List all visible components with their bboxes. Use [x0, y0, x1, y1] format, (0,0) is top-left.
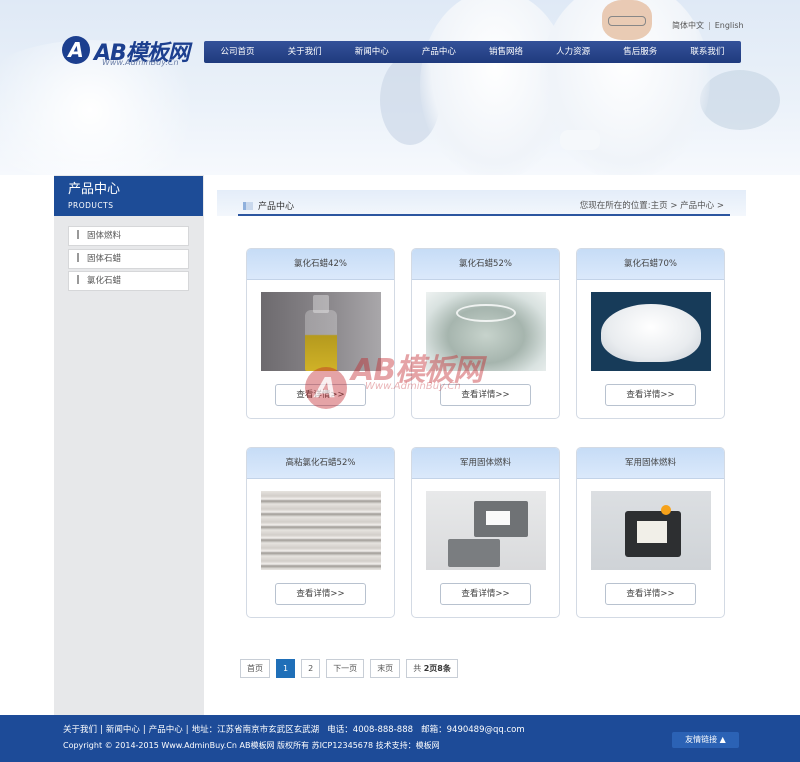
logo-url: Www.AdminBuy.Cn	[102, 58, 179, 67]
sidebar-header: 产品中心 PRODUCTS	[54, 176, 203, 216]
banner-lab-equipment	[700, 70, 780, 130]
product-image-rope-material[interactable]	[261, 491, 381, 570]
page-last-button[interactable]: 末页	[370, 659, 401, 678]
logo-mark-icon: A	[62, 36, 90, 64]
footer-phone: 电话：4008-888-888	[327, 725, 414, 735]
sidebar-item-label: 固体燃料	[87, 231, 122, 241]
view-details-button[interactable]: 查看详情>>	[275, 384, 366, 406]
breadcrumb-underline	[238, 214, 730, 216]
bullet-bar-icon	[77, 230, 79, 239]
page-first-button[interactable]: 首页	[240, 659, 270, 678]
footer-email: 邮箱：9490489@qq.com	[421, 725, 525, 735]
nav-about[interactable]: 关于我们	[271, 41, 338, 63]
section-title: 产品中心	[258, 202, 295, 212]
nav-after-sales[interactable]: 售后服务	[607, 41, 674, 63]
banner-hand	[560, 130, 600, 150]
banner-scientist-face	[602, 0, 652, 40]
breadcrumb-current-link[interactable]: 产品中心	[680, 201, 714, 211]
view-details-button[interactable]: 查看详情>>	[605, 384, 696, 406]
nav-home[interactable]: 公司首页	[204, 41, 271, 63]
sidebar-subtitle: PRODUCTS	[68, 201, 114, 210]
nav-sales-network[interactable]: 销售网络	[473, 41, 540, 63]
breadcrumb-separator: >	[716, 201, 724, 211]
product-image-white-powder[interactable]	[591, 292, 711, 371]
friend-links-button[interactable]: 友情链接 ▲	[672, 732, 739, 748]
view-details-button[interactable]: 查看详情>>	[275, 583, 366, 605]
product-image-metal-part[interactable]	[426, 491, 546, 570]
page-total-count: 2页8条	[423, 664, 451, 673]
view-details-button[interactable]: 查看详情>>	[440, 384, 531, 406]
page-total: 共 2页8条	[406, 659, 458, 678]
sidebar-title: 产品中心	[68, 182, 121, 197]
view-details-button[interactable]: 查看详情>>	[605, 583, 696, 605]
product-image-glass-jar[interactable]	[426, 292, 546, 371]
sidebar-item-chlorinated-paraffin[interactable]: 氯化石蜡	[68, 271, 189, 291]
product-title[interactable]: 氯化石蜡52%	[412, 249, 559, 280]
page-next-button[interactable]: 下一页	[326, 659, 365, 678]
product-title[interactable]: 氯化石蜡70%	[577, 249, 724, 280]
lang-english-link[interactable]: English	[715, 21, 744, 30]
footer-address: 地址：江苏省南京市玄武区玄武湖	[191, 725, 320, 735]
footer-info-line: 关于我们 | 新闻中心 | 产品中心 | 地址：江苏省南京市玄武区玄武湖 电话：4008-8…	[63, 725, 525, 735]
page-1-button[interactable]: 1	[276, 659, 296, 678]
view-details-button[interactable]: 查看详情>>	[440, 583, 531, 605]
product-title[interactable]: 军用固体燃料	[412, 448, 559, 479]
footer-link-products[interactable]: 产品中心	[149, 725, 183, 735]
page-2-button[interactable]: 2	[301, 659, 321, 678]
main-nav: 公司首页 关于我们 新闻中心 产品中心 销售网络 人力资源 售后服务 联系我们	[204, 41, 741, 63]
pagination: 首页 1 2 下一页 末页 共 2页8条	[240, 659, 464, 678]
product-image-device[interactable]	[591, 491, 711, 570]
product-card: 高粘氯化石蜡52% 查看详情>>	[246, 447, 395, 618]
breadcrumb-prefix: 您现在所在的位置:	[579, 201, 651, 211]
nav-contact[interactable]: 联系我们	[674, 41, 741, 63]
breadcrumb: 您现在所在的位置:主页 > 产品中心 >	[580, 199, 724, 211]
lang-chinese-link[interactable]: 简体中文	[672, 21, 704, 30]
nav-news[interactable]: 新闻中心	[338, 41, 405, 63]
sidebar-category-list: 固体燃料 固体石蜡 氯化石蜡	[68, 226, 189, 294]
bullet-bar-icon	[77, 252, 79, 262]
bullet-bar-icon	[77, 275, 79, 284]
product-card: 军用固体燃料 查看详情>>	[576, 447, 725, 618]
footer-link-about[interactable]: 关于我们	[63, 725, 97, 735]
product-card: 氯化石蜡52% 查看详情>>	[411, 248, 560, 419]
product-card: 氯化石蜡42% 查看详情>>	[246, 248, 395, 419]
breadcrumb-home-link[interactable]: 主页	[651, 201, 668, 211]
product-title[interactable]: 高粘氯化石蜡52%	[247, 448, 394, 479]
product-image-oil-bottle[interactable]	[261, 292, 381, 371]
footer-link-news[interactable]: 新闻中心	[106, 725, 140, 735]
breadcrumb-separator: >	[670, 201, 678, 211]
footer-copyright: Copyright © 2014-2015 Www.AdminBuy.Cn AB…	[63, 741, 440, 750]
site-footer: 关于我们 | 新闻中心 | 产品中心 | 地址：江苏省南京市玄武区玄武湖 电话：4008-8…	[0, 715, 800, 762]
product-card: 氯化石蜡70% 查看详情>>	[576, 248, 725, 419]
language-switcher: 简体中文 | English	[672, 21, 744, 30]
product-title[interactable]: 氯化石蜡42%	[247, 249, 394, 280]
section-icon	[243, 202, 253, 210]
page-total-prefix: 共	[413, 664, 422, 673]
sidebar-item-label: 氯化石蜡	[87, 276, 122, 286]
sidebar-item-solid-paraffin[interactable]: 固体石蜡	[68, 248, 189, 269]
product-title[interactable]: 军用固体燃料	[577, 448, 724, 479]
sidebar-item-solid-fuel[interactable]: 固体燃料	[68, 226, 189, 246]
nav-hr[interactable]: 人力资源	[540, 41, 607, 63]
nav-products[interactable]: 产品中心	[405, 41, 472, 63]
product-card: 军用固体燃料 查看详情>>	[411, 447, 560, 618]
sidebar-item-label: 固体石蜡	[87, 253, 122, 264]
